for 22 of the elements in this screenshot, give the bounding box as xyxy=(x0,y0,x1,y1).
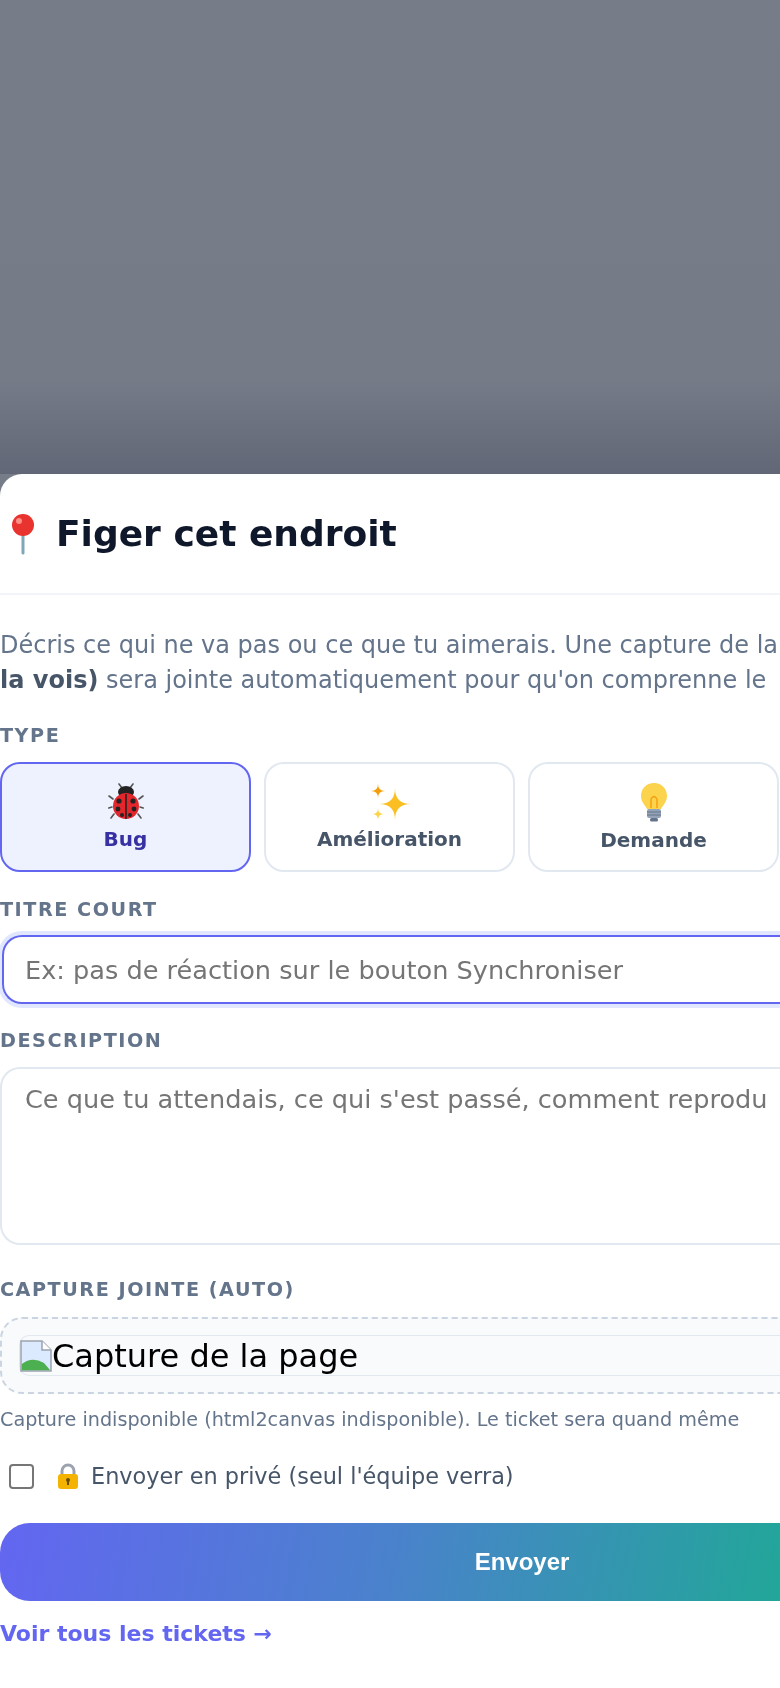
type-option[interactable]: Amélioration xyxy=(264,762,515,872)
ladybug-icon xyxy=(107,783,144,821)
description-label: DESCRIPTION xyxy=(0,1029,163,1053)
capture-label: CAPTURE JOINTE (AUTO) xyxy=(0,1278,295,1302)
pin-icon xyxy=(10,512,36,555)
type-label: TYPE xyxy=(0,724,61,748)
sheet-title: Figer cet endroit xyxy=(56,511,397,556)
lock-icon xyxy=(57,1463,79,1489)
tickets-link[interactable]: Voir tous les tickets → xyxy=(0,1620,272,1648)
image-alt-text: Capture de la page xyxy=(52,1336,359,1375)
lightbulb-icon xyxy=(639,782,668,822)
capture-note: Capture indisponible (html2canvas indisponible). Le ticket sera quand même xyxy=(0,1407,740,1433)
broken-image-icon xyxy=(20,1339,52,1372)
description-textarea[interactable]: Ce que tu attendais, ce qui s'est passé, comment reprodu xyxy=(0,1067,780,1245)
intro-text: Décris ce qui ne va pas ou ce que tu aimerais. Une capture de la la vois) sera jointe automatiquement pour qu'on comprenne le xyxy=(0,630,779,696)
checkbox[interactable] xyxy=(9,1463,34,1489)
type-option[interactable]: Demande xyxy=(528,762,779,872)
title-input[interactable]: Ex: pas de réaction sur le bouton Synchroniser xyxy=(2,935,780,1004)
title-label: TITRE COURT xyxy=(0,898,158,922)
private-option-label[interactable]: Envoyer en privé (seul l'équipe verra) xyxy=(91,1461,514,1491)
type-option[interactable]: Bug xyxy=(0,762,251,872)
submit-button[interactable]: Envoyer xyxy=(0,1523,780,1601)
